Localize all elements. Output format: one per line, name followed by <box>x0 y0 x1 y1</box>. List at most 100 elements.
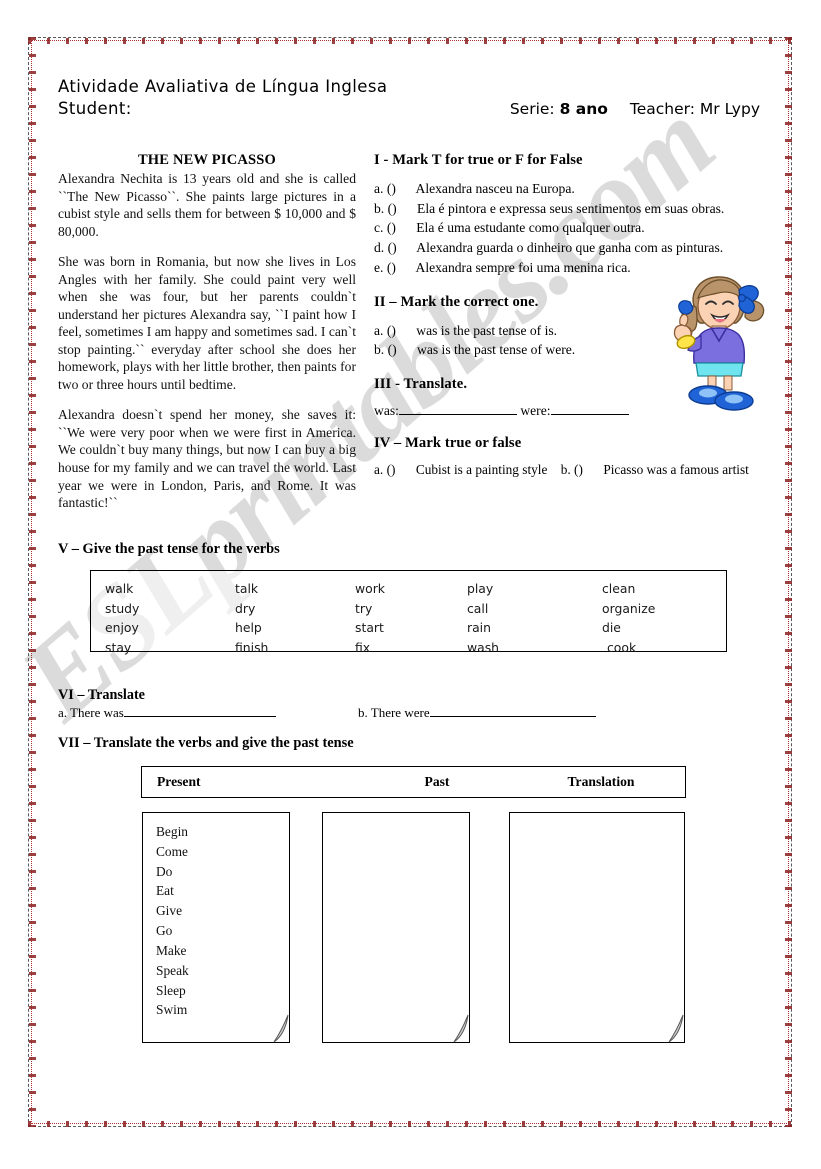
verb-column: play call rain wash <box>467 579 602 657</box>
translation-answer-box[interactable] <box>509 812 685 1043</box>
worksheet-header: Atividade Avaliativa de Língua Inglesa S… <box>58 76 768 118</box>
verb-word: organize <box>602 600 656 616</box>
item-letter: e. <box>374 259 384 275</box>
border-pattern-left <box>29 37 36 1127</box>
exercise-6-heading: VI – Translate <box>58 687 145 703</box>
item-letter: d. <box>374 240 385 256</box>
exercise-7-heading: VII – Translate the verbs and give the p… <box>58 735 354 751</box>
exercise-6-row: a. There was b. There were <box>58 704 698 721</box>
verb-word: die <box>602 620 621 636</box>
present-verb: Do <box>156 863 173 879</box>
present-verb: Begin <box>156 824 188 839</box>
verb-word: enjoy <box>105 620 139 636</box>
exercise-1-item[interactable]: d. Alexandra guarda o dinheiro que ganha… <box>374 238 774 258</box>
past-verbs-answer-box[interactable] <box>322 812 470 1043</box>
answer-checkbox[interactable] <box>388 238 414 258</box>
student-name-field-label: Student: <box>58 99 132 119</box>
item-letter: b. <box>358 705 368 720</box>
present-verb: Sleep <box>156 982 186 998</box>
reading-paragraph: Alexandra Nechita is 13 years old and sh… <box>58 171 356 239</box>
verb-word: cook <box>607 639 637 655</box>
verb-word: talk <box>235 581 259 596</box>
exercise-4-options: a. Cubist is a painting style b. Picasso… <box>374 462 774 478</box>
verb-word: clean <box>602 581 636 596</box>
answer-checkbox[interactable] <box>387 321 413 341</box>
answer-checkbox[interactable] <box>387 218 413 238</box>
item-text: Ela é pintora e expressa seus sentimento… <box>417 200 725 216</box>
verb-word: play <box>467 581 494 596</box>
border-pattern-right <box>785 37 792 1127</box>
verb-word: stay <box>105 639 132 655</box>
verb-column: walk study enjoy stay <box>105 579 235 657</box>
page-fold-corner-icon <box>668 1014 684 1043</box>
verb-word: rain <box>467 620 491 636</box>
answer-checkbox[interactable] <box>387 258 413 278</box>
item-letter: b. <box>560 461 571 477</box>
item-text: was is the past tense of were. <box>417 342 576 358</box>
present-verb: Come <box>156 843 188 859</box>
item-text: There were <box>370 705 430 720</box>
exercise-4-item[interactable]: b. Picasso was a famous artist <box>561 462 749 477</box>
verb-word: dry <box>235 600 256 616</box>
reading-paragraph: Alexandra doesn`t spend her money, she s… <box>58 407 356 511</box>
reading-column: THE NEW PICASSO Alexandra Nechita is 13 … <box>58 152 356 525</box>
page-fold-corner-icon <box>273 1014 289 1043</box>
answer-checkbox[interactable] <box>387 179 413 199</box>
teacher-value: Mr Lypy <box>699 100 760 119</box>
item-text: Picasso was a famous artist <box>603 461 749 477</box>
exercise-1-item[interactable]: c. Ela é uma estudante como qualquer out… <box>374 218 774 238</box>
page-title: Atividade Avaliativa de Língua Inglesa <box>58 77 388 96</box>
header-meta: Serie: 8 ano Teacher: Mr Lypy <box>510 100 768 118</box>
item-letter: a. <box>374 461 384 477</box>
item-letter: b. <box>374 342 385 358</box>
item-text: Cubist is a painting style <box>415 461 548 477</box>
verb-word: start <box>355 620 384 636</box>
exercise-7-table-header: Present Past Translation <box>141 766 686 798</box>
item-text: Ela é uma estudante como qualquer outra. <box>416 220 645 236</box>
exercise-4-item[interactable]: a. Cubist is a painting style <box>374 462 551 477</box>
present-verb: Make <box>156 942 187 958</box>
verb-word: work <box>355 581 385 596</box>
was-answer-input[interactable] <box>398 401 517 415</box>
were-answer-input[interactable] <box>550 401 629 415</box>
present-verbs-list: Begin Come Do Eat Give Go Make Speak Sle… <box>143 813 289 1020</box>
grade-value: 8 ano <box>559 100 608 119</box>
exercise-1-heading: I - Mark T for true or F for False <box>374 152 583 168</box>
item-letter: a. <box>58 705 68 720</box>
answer-checkbox[interactable] <box>387 462 413 478</box>
grade-label: Serie: <box>509 100 555 119</box>
header-second-row: Student: Serie: 8 ano Teacher: Mr Lypy <box>58 99 768 118</box>
exercise-6-item-b: b. There were <box>358 704 596 721</box>
answer-checkbox[interactable] <box>574 462 600 478</box>
exercise-5-verb-box: walk study enjoy stay talk dry help fini… <box>90 570 727 655</box>
verb-word: study <box>105 600 140 616</box>
reading-title: THE NEW PICASSO <box>137 152 277 168</box>
verb-word: finish <box>235 639 269 655</box>
border-pattern-top <box>28 38 792 44</box>
verb-column: clean organize die cook <box>602 579 742 657</box>
reading-paragraph: She was born in Romania, but now she liv… <box>58 254 356 392</box>
present-verb: Go <box>156 923 173 939</box>
item-letter: c. <box>374 220 384 236</box>
item-letter: a. <box>374 322 384 338</box>
answer-checkbox[interactable] <box>388 340 414 360</box>
present-verbs-box: Begin Come Do Eat Give Go Make Speak Sle… <box>142 812 290 1043</box>
column-header-present: Present <box>157 774 201 789</box>
translation-verbs-list <box>510 813 684 822</box>
verb-word: walk <box>105 581 134 596</box>
item-letter: b. <box>374 200 385 216</box>
item-text: Alexandra nasceu na Europa. <box>415 181 575 196</box>
translation-input-a[interactable] <box>123 704 276 717</box>
translation-input-b[interactable] <box>429 704 596 717</box>
verb-word: try <box>355 600 373 616</box>
exercise-5-heading: V – Give the past tense for the verbs <box>58 541 280 557</box>
exercise-5-verb-grid: walk study enjoy stay talk dry help fini… <box>91 579 726 657</box>
present-verb: Speak <box>156 962 189 978</box>
answer-checkbox[interactable] <box>388 199 414 219</box>
exercise-1-item[interactable]: a. Alexandra nasceu na Europa. <box>374 179 774 199</box>
teacher-label: Teacher: <box>629 100 695 119</box>
verb-word: wash <box>467 639 500 655</box>
exercise-1-item[interactable]: b. Ela é pintora e expressa seus sentime… <box>374 199 774 219</box>
border-pattern-bottom <box>28 1121 792 1127</box>
exercise-6-item-a: a. There was <box>58 704 358 721</box>
